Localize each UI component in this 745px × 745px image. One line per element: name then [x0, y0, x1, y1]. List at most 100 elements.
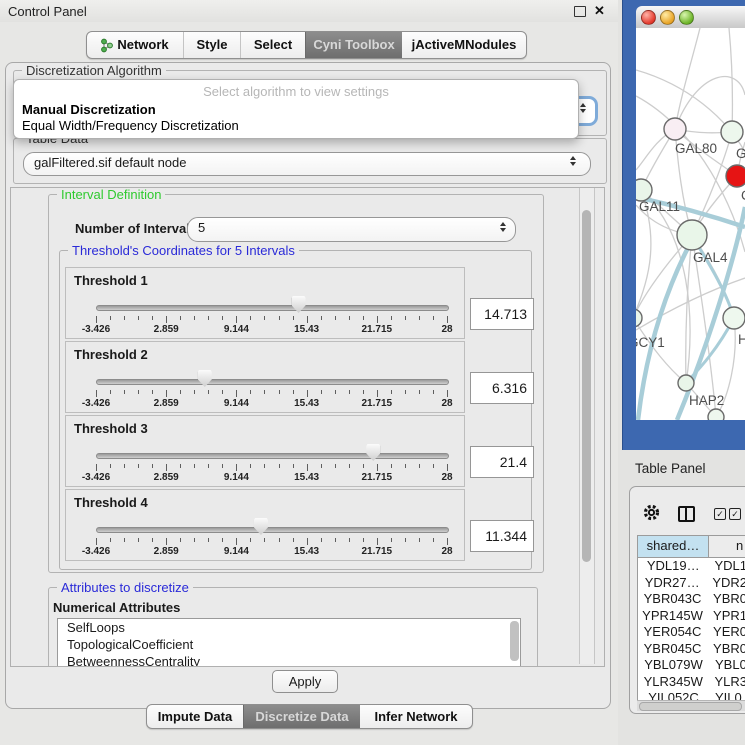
- column-header-shared-name[interactable]: shared…: [638, 536, 709, 557]
- tick-mark: [419, 538, 420, 542]
- tick-mark: [208, 464, 209, 468]
- column-header-name[interactable]: n: [709, 536, 745, 557]
- dropdown-option-manual[interactable]: Manual Discretization: [22, 102, 156, 117]
- tab-jactivemnodules[interactable]: jActiveMNodules: [402, 32, 526, 58]
- apply-button[interactable]: Apply: [272, 670, 338, 693]
- network-edge[interactable]: [729, 28, 732, 132]
- table-row[interactable]: YBR045CYBR0: [638, 641, 745, 658]
- network-node[interactable]: [678, 375, 694, 391]
- tab-network[interactable]: Network: [87, 32, 183, 58]
- minimize-traffic-light[interactable]: [660, 10, 675, 25]
- table-data-combobox[interactable]: galFiltered.sif default node: [23, 152, 591, 176]
- node-table: shared… n YDL19…YDL1YDR27…YDR2YBR043CYBR…: [637, 535, 745, 700]
- list-scrollbar[interactable]: [510, 621, 519, 661]
- threshold-value-field[interactable]: 11.344: [470, 520, 534, 552]
- tick-mark: [180, 316, 181, 320]
- network-node[interactable]: [636, 179, 652, 201]
- scale-label: 21.715: [355, 398, 399, 409]
- table-cell-shared-name: YBR043C: [638, 591, 707, 608]
- tab-style[interactable]: Style: [183, 32, 240, 58]
- list-item[interactable]: BetweennessCentrality: [58, 653, 520, 667]
- slider-track[interactable]: [96, 379, 449, 385]
- float-window-icon[interactable]: [574, 6, 586, 17]
- slider-track[interactable]: [96, 527, 449, 533]
- tick-mark: [279, 464, 280, 468]
- network-node[interactable]: [723, 307, 745, 329]
- scale-label: 28: [425, 472, 469, 483]
- network-edge[interactable]: [675, 28, 700, 129]
- table-cell-name: YIL0: [709, 690, 745, 700]
- close-traffic-light[interactable]: [641, 10, 656, 25]
- scale-label: 9.144: [214, 324, 258, 335]
- network-node[interactable]: [636, 309, 642, 327]
- checkbox-icon[interactable]: ✓: [714, 508, 726, 520]
- number-of-intervals-spinner[interactable]: 5: [187, 217, 516, 242]
- interval-definition-legend: Interval Definition: [57, 187, 165, 202]
- threshold-label: Threshold 3: [74, 421, 148, 436]
- slider-track[interactable]: [96, 453, 449, 459]
- bottom-tab-bar: Impute Data Discretize Data Infer Networ…: [146, 704, 473, 729]
- gear-icon[interactable]: [643, 504, 660, 521]
- dropdown-option-equal-width[interactable]: Equal Width/Frequency Discretization: [22, 118, 239, 133]
- table-row[interactable]: YER054CYER0: [638, 624, 745, 641]
- network-node[interactable]: [726, 165, 745, 187]
- network-node[interactable]: [708, 409, 724, 420]
- threshold-label: Threshold 2: [74, 347, 148, 362]
- table-row[interactable]: YBL079WYBL0: [638, 657, 745, 674]
- table-row[interactable]: YBR043CYBR0: [638, 591, 745, 608]
- scale-label: 28: [425, 324, 469, 335]
- list-item[interactable]: TopologicalCoefficient: [58, 636, 520, 653]
- slider-track[interactable]: [96, 305, 449, 311]
- table-cell-shared-name: YPR145W: [638, 608, 707, 625]
- table-row[interactable]: YIL052CYIL0: [638, 690, 745, 700]
- tick-mark: [250, 538, 251, 542]
- column-layout-icon[interactable]: [678, 506, 695, 522]
- tab-select[interactable]: Select: [240, 32, 305, 58]
- close-icon[interactable]: ✕: [594, 3, 605, 19]
- network-node[interactable]: [721, 121, 743, 143]
- tick-mark: [166, 390, 167, 397]
- numerical-attributes-list[interactable]: SelfLoopsTopologicalCoefficientBetweenne…: [57, 618, 521, 667]
- tab-cyni-toolbox[interactable]: Cyni Toolbox: [305, 32, 402, 58]
- threshold-value-field[interactable]: 21.4: [470, 446, 534, 478]
- tick-mark: [447, 316, 448, 323]
- network-node[interactable]: [664, 118, 686, 140]
- scrollbar-thumb[interactable]: [639, 702, 742, 711]
- table-panel: ✓ ✓ shared… n YDL19…YDL1YDR27…YDR2YBR043…: [629, 486, 745, 714]
- threshold-value-field[interactable]: 6.316: [470, 372, 534, 404]
- scale-label: 2.859: [144, 324, 188, 335]
- settings-scroll-area: Interval Definition Number of Intervals …: [10, 187, 605, 667]
- list-item[interactable]: SelfLoops: [58, 619, 520, 636]
- threshold-value-field[interactable]: 14.713: [470, 298, 534, 330]
- tick-mark: [180, 538, 181, 542]
- table-row[interactable]: YDL19…YDL1: [638, 558, 745, 575]
- tick-mark: [447, 390, 448, 397]
- scale-label: -3.426: [74, 398, 118, 409]
- tick-mark: [152, 316, 153, 320]
- algorithm-group-legend: Discretization Algorithm: [22, 63, 166, 78]
- tick-mark: [124, 390, 125, 394]
- zoom-traffic-light[interactable]: [679, 10, 694, 25]
- network-view[interactable]: GAL80GAL11GAL4GCY1HAP2GACH: [636, 28, 745, 420]
- table-row[interactable]: YLR345WYLR3: [638, 674, 745, 691]
- network-edge-highlighted[interactable]: [638, 238, 693, 420]
- tab-infer-network[interactable]: Infer Network: [360, 705, 472, 728]
- algorithm-dropdown-popup: Select algorithm to view settings Manual…: [13, 79, 579, 139]
- table-horizontal-scrollbar[interactable]: [637, 700, 745, 711]
- table-row[interactable]: YPR145WYPR1: [638, 608, 745, 625]
- tick-mark: [138, 316, 139, 320]
- tab-impute-data[interactable]: Impute Data: [147, 705, 243, 728]
- tick-mark: [236, 538, 237, 545]
- scale-label: 15.43: [285, 546, 329, 557]
- checkbox-icon[interactable]: ✓: [729, 508, 741, 520]
- threshold-panel: Threshold 3-3.4262.8599.14415.4321.71528: [65, 415, 465, 487]
- interval-definition-group: Interval Definition Number of Intervals …: [48, 194, 544, 573]
- tick-mark: [222, 538, 223, 542]
- network-node[interactable]: [677, 220, 707, 250]
- settings-vertical-scrollbar[interactable]: [579, 188, 595, 664]
- scrollbar-thumb[interactable]: [582, 210, 591, 562]
- tick-mark: [405, 464, 406, 468]
- table-row[interactable]: YDR27…YDR2: [638, 575, 745, 592]
- table-cell-name: YBL0: [709, 657, 745, 674]
- tab-discretize-data[interactable]: Discretize Data: [243, 705, 360, 728]
